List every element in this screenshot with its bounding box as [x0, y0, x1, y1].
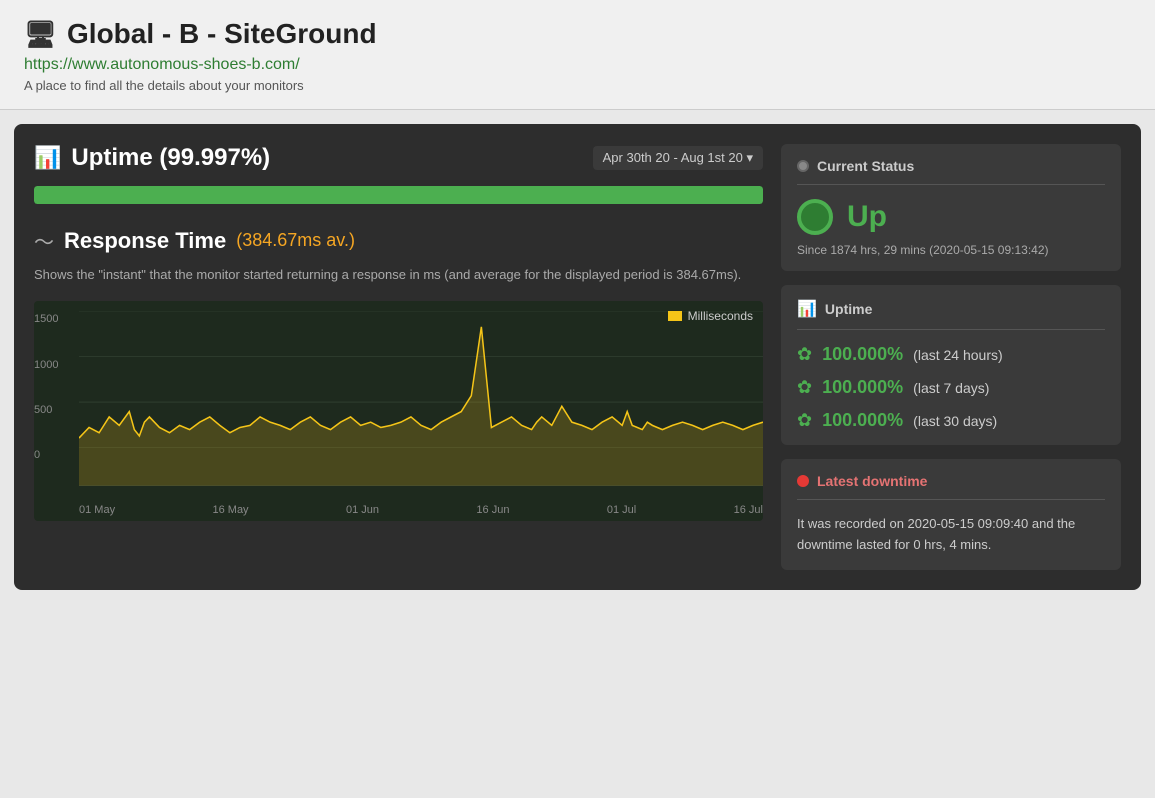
uptime-progress-bar — [34, 186, 763, 204]
uptime-row-7d: ✿ 100.000% (last 7 days) — [797, 377, 1105, 398]
status-since-text: Since 1874 hrs, 29 mins (2020-05-15 09:1… — [797, 243, 1105, 257]
response-time-avg: (384.67ms av.) — [236, 230, 355, 251]
uptime-pct-30d: 100.000% — [822, 410, 903, 431]
chart-legend: Milliseconds — [668, 309, 753, 323]
uptime-row-24h: ✿ 100.000% (last 24 hours) — [797, 344, 1105, 365]
status-header-dot — [797, 160, 809, 172]
x-label-16may: 16 May — [212, 504, 248, 516]
response-time-title: Response Time — [64, 228, 226, 254]
site-url[interactable]: https://www.autonomous-shoes-b.com/ — [24, 56, 1131, 74]
main-container: 📊 Uptime (99.997%) Apr 30th 20 - Aug 1st… — [14, 124, 1141, 590]
uptime-header: 📊 Uptime (99.997%) Apr 30th 20 - Aug 1st… — [34, 144, 763, 172]
uptime-pct-7d: 100.000% — [822, 377, 903, 398]
response-time-description: Shows the "instant" that the monitor sta… — [34, 265, 763, 285]
uptime-bar-icon: 📊 — [797, 299, 817, 319]
latest-downtime-card: Latest downtime It was recorded on 2020-… — [781, 459, 1121, 570]
y-label-1000: 1000 — [34, 359, 58, 371]
uptime-stats-card: 📊 Uptime ✿ 100.000% (last 24 hours) ✿ 10… — [781, 285, 1121, 445]
uptime-period-30d: (last 30 days) — [913, 413, 997, 429]
downtime-description: It was recorded on 2020-05-15 09:09:40 a… — [797, 514, 1105, 556]
bar-chart-icon: 📊 — [34, 145, 61, 171]
star-icon-30d: ✿ — [797, 410, 812, 431]
x-label-16jun: 16 Jun — [476, 504, 509, 516]
latest-downtime-header: Latest downtime — [797, 473, 1105, 500]
response-time-chart: 1500 1000 500 0 Milliseconds — [34, 301, 763, 521]
downtime-dot — [797, 475, 809, 487]
status-up-circle — [797, 199, 833, 235]
date-range-selector[interactable]: Apr 30th 20 - Aug 1st 20 ▾ — [593, 146, 763, 170]
legend-label: Milliseconds — [688, 309, 753, 323]
uptime-row-30d: ✿ 100.000% (last 30 days) — [797, 410, 1105, 431]
page-header: 🖥 Global - B - SiteGround https://www.au… — [0, 0, 1155, 110]
star-icon-7d: ✿ — [797, 377, 812, 398]
page-title: 🖥 Global - B - SiteGround — [24, 18, 1131, 50]
uptime-stats-header: 📊 Uptime — [797, 299, 1105, 330]
uptime-progress-fill — [34, 186, 763, 204]
response-time-icon: 〜 — [34, 226, 54, 255]
right-panel: Current Status Up Since 1874 hrs, 29 min… — [781, 144, 1121, 570]
legend-color-box — [668, 311, 682, 321]
chart-svg — [79, 311, 763, 491]
star-icon-24h: ✿ — [797, 344, 812, 365]
current-status-header: Current Status — [797, 158, 1105, 185]
x-label-01may: 01 May — [79, 504, 115, 516]
x-label-16jul: 16 Jul — [734, 504, 763, 516]
current-status-card: Current Status Up Since 1874 hrs, 29 min… — [781, 144, 1121, 271]
x-label-01jun: 01 Jun — [346, 504, 379, 516]
left-panel: 📊 Uptime (99.997%) Apr 30th 20 - Aug 1st… — [34, 144, 763, 570]
monitor-icon: 🖥 — [24, 19, 57, 50]
uptime-title: 📊 Uptime (99.997%) — [34, 144, 270, 172]
chart-x-axis: 01 May 16 May 01 Jun 16 Jun 01 Jul 16 Ju… — [79, 504, 763, 516]
header-subtitle: A place to find all the details about yo… — [24, 78, 304, 93]
uptime-pct-24h: 100.000% — [822, 344, 903, 365]
y-label-500: 500 — [34, 404, 52, 416]
x-label-01jul: 01 Jul — [607, 504, 636, 516]
status-up-row: Up — [797, 199, 1105, 235]
response-time-header: 〜 Response Time (384.67ms av.) — [34, 226, 763, 255]
status-up-text: Up — [847, 200, 887, 234]
y-label-0: 0 — [34, 449, 40, 461]
uptime-period-7d: (last 7 days) — [913, 380, 989, 396]
uptime-period-24h: (last 24 hours) — [913, 347, 1002, 363]
y-label-1500: 1500 — [34, 313, 58, 325]
